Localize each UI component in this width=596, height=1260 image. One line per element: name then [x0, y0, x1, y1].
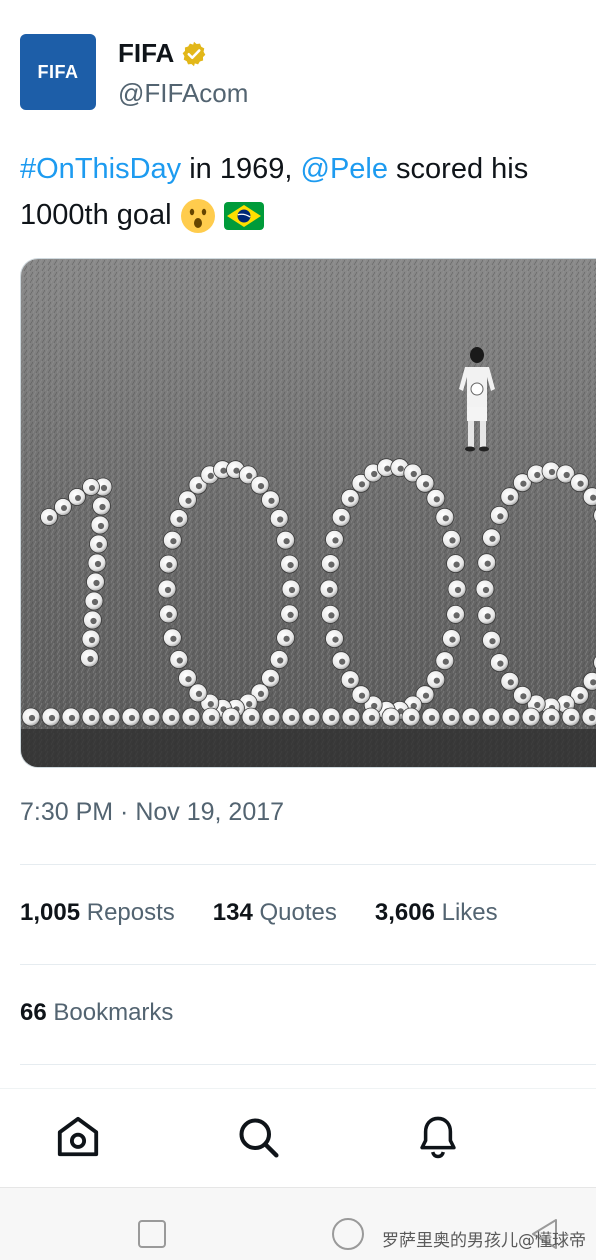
- bottom-nav-bar: [0, 1088, 596, 1187]
- engagement-stats: 1,005 Reposts 134 Quotes 3,606 Likes: [20, 899, 536, 927]
- tweet-text: #OnThisDay in 1969, @Pele scored his 100…: [20, 146, 586, 238]
- home-circle-icon[interactable]: [330, 1216, 366, 1252]
- nav-search-button[interactable]: [232, 1111, 284, 1163]
- recents-icon[interactable]: [136, 1218, 168, 1250]
- verified-badge-icon: [183, 41, 206, 66]
- divider: [20, 1064, 596, 1065]
- tweet-timestamp[interactable]: 7:30 PM · Nov 19, 2017: [20, 798, 284, 827]
- brazil-flag-icon: [223, 202, 264, 231]
- pele-1000-balls-photo: [21, 259, 596, 767]
- quotes-label: Quotes: [259, 899, 337, 926]
- bookmarks-label: Bookmarks: [53, 999, 174, 1026]
- nav-home-button[interactable]: [52, 1111, 104, 1163]
- quotes-count: 134: [212, 899, 253, 926]
- watermark-text: 罗萨里奥的男孩儿@懂球帝: [382, 1231, 586, 1251]
- bookmarks-stat[interactable]: 66 Bookmarks: [20, 999, 173, 1027]
- home-icon: [57, 1116, 99, 1157]
- search-icon: [239, 1118, 279, 1158]
- divider: [20, 864, 596, 865]
- tweet-text-part: in 1969,: [181, 153, 301, 185]
- tweet-header: FIFA FIFA @FIFAcom: [20, 34, 576, 112]
- nav-notifications-button[interactable]: [412, 1111, 464, 1163]
- tweet-text-part: scored his: [387, 153, 529, 185]
- likes-count: 3,606: [374, 899, 435, 926]
- likes-stat[interactable]: 3,606 Likes: [375, 899, 498, 927]
- hashtag-link[interactable]: #OnThisDay: [20, 153, 181, 185]
- reposts-stat[interactable]: 1,005 Reposts: [20, 899, 175, 927]
- reposts-label: Reposts: [86, 899, 175, 926]
- logo-text: FIFA: [37, 61, 79, 82]
- quotes-stat[interactable]: 134 Quotes: [213, 899, 337, 927]
- likes-label: Likes: [441, 899, 498, 926]
- avatar[interactable]: FIFA: [20, 34, 96, 110]
- bookmarks-count: 66: [20, 999, 47, 1026]
- astonished-face-icon: [180, 199, 215, 234]
- user-handle[interactable]: @FIFAcom: [118, 78, 248, 109]
- name-row[interactable]: FIFA: [118, 38, 208, 69]
- tweet-photo[interactable]: [20, 258, 596, 768]
- display-name[interactable]: FIFA: [118, 38, 174, 69]
- divider: [20, 964, 596, 965]
- mention-link[interactable]: @Pele: [301, 153, 388, 185]
- tweet-text-line2: 1000th goal: [20, 199, 180, 231]
- notifications-icon: [420, 1116, 456, 1159]
- reposts-count: 1,005: [20, 899, 81, 926]
